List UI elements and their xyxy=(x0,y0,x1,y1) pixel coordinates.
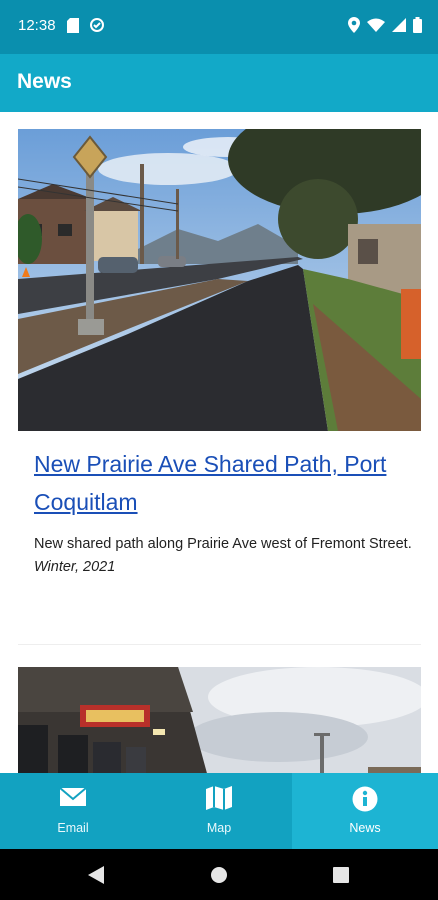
status-bar: 12:38 xyxy=(0,0,438,54)
sim-card-icon xyxy=(67,17,79,38)
storefront-photo xyxy=(18,667,421,773)
nav-news-label: News xyxy=(349,821,381,835)
system-navigation-bar xyxy=(0,849,438,900)
data-saver-icon xyxy=(89,17,105,38)
status-right-icons xyxy=(348,17,422,38)
status-left-icons xyxy=(67,17,105,38)
bottom-navigation: Email Map News xyxy=(0,773,438,849)
home-icon[interactable] xyxy=(210,866,228,889)
news-title-link[interactable]: New Prairie Ave Shared Path, Port Coquit… xyxy=(18,445,421,521)
shared-path-photo xyxy=(18,129,421,431)
back-icon[interactable] xyxy=(88,866,104,889)
news-feed[interactable]: New Prairie Ave Shared Path, Port Coquit… xyxy=(0,112,438,773)
news-description: New shared path along Prairie Ave west o… xyxy=(34,536,412,552)
signal-icon xyxy=(392,18,406,37)
news-date: Winter, 2021 xyxy=(34,559,116,575)
nav-map[interactable]: Map xyxy=(146,773,292,849)
info-icon xyxy=(352,786,378,817)
map-icon xyxy=(205,786,233,815)
envelope-icon xyxy=(59,786,87,813)
news-card: New Prairie Ave Shared Path, Port Coquit… xyxy=(18,129,421,579)
page-title: News xyxy=(17,70,72,93)
nav-news[interactable]: News xyxy=(292,773,438,849)
nav-email[interactable]: Email xyxy=(0,773,146,849)
recents-icon[interactable] xyxy=(333,867,349,888)
status-time: 12:38 xyxy=(18,17,56,34)
battery-icon xyxy=(413,17,422,38)
card-divider xyxy=(18,644,421,645)
nav-map-label: Map xyxy=(206,821,232,835)
app-bar: News xyxy=(0,54,438,112)
nav-email-label: Email xyxy=(57,821,89,835)
wifi-icon xyxy=(367,18,385,37)
news-card xyxy=(18,667,421,773)
location-icon xyxy=(348,17,360,38)
